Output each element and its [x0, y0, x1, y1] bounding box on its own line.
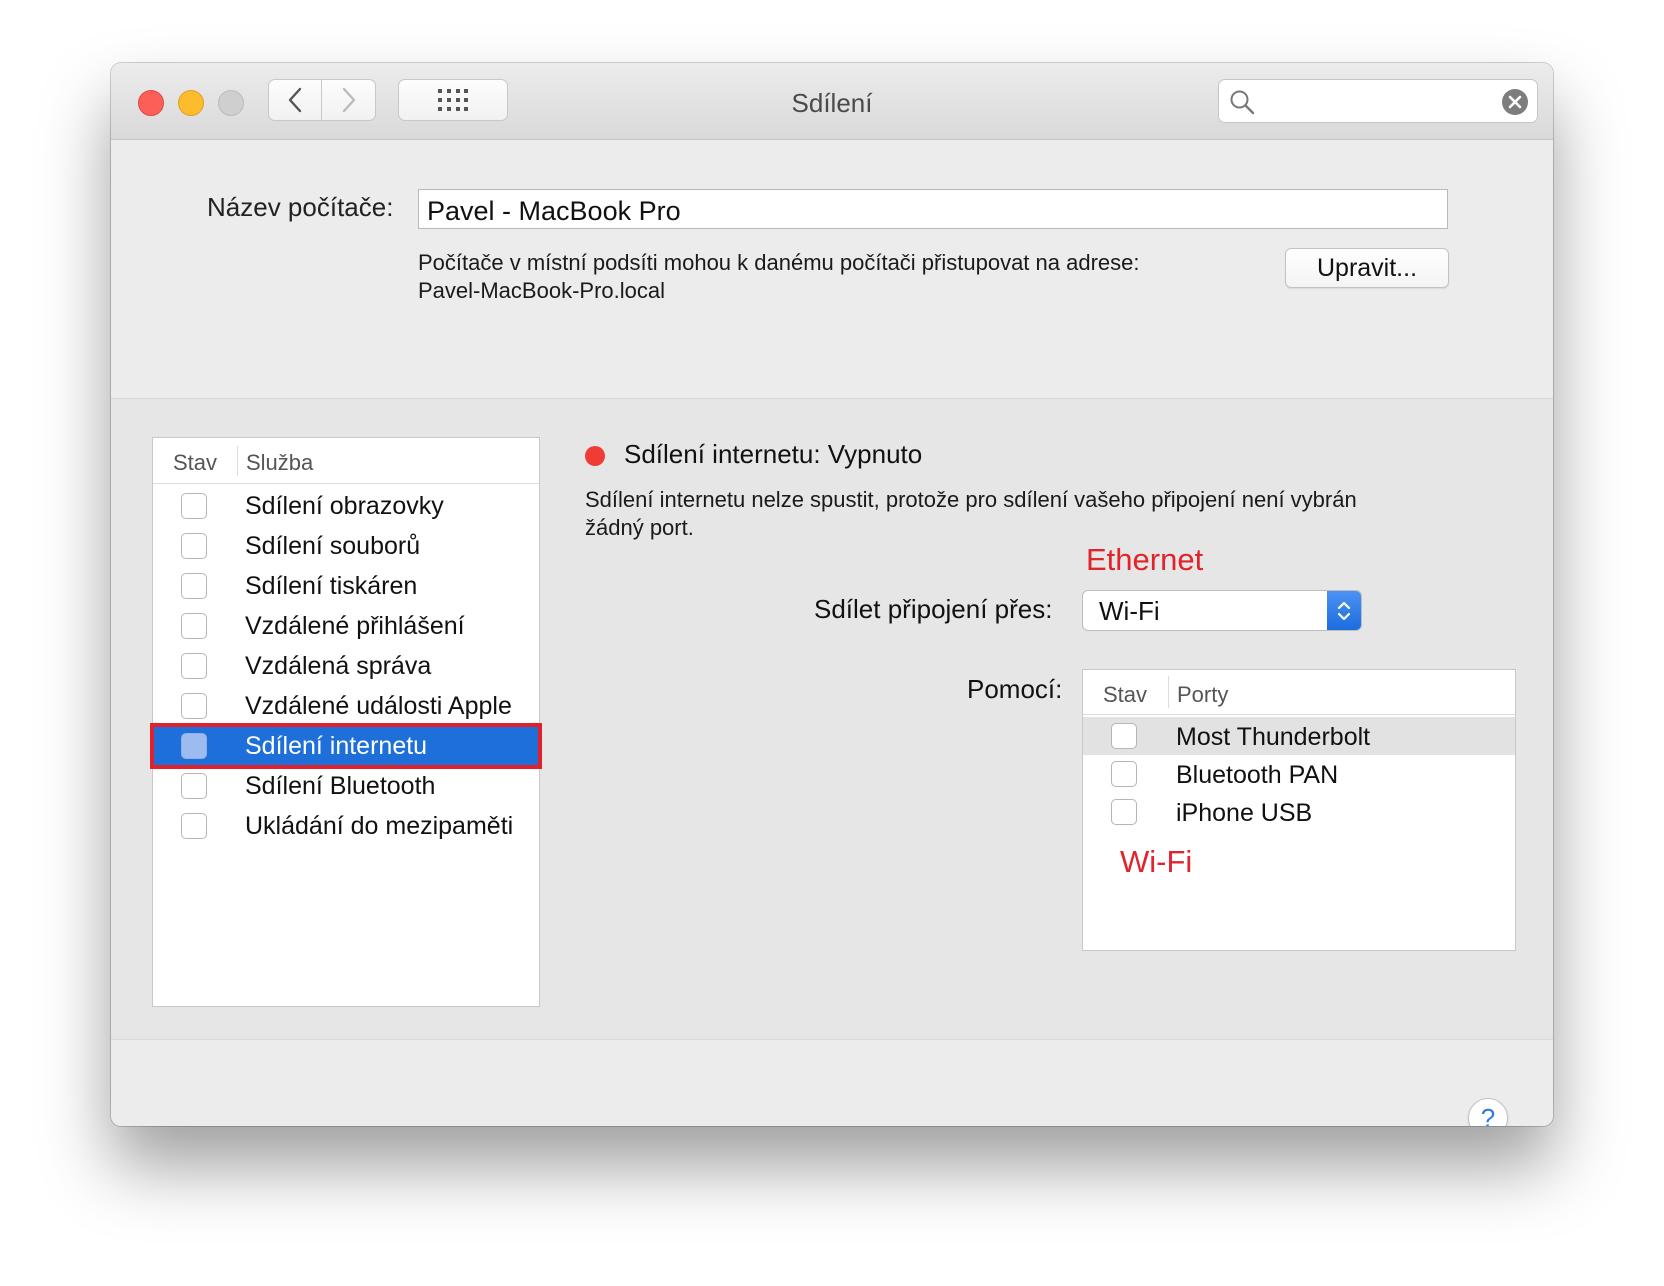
- port-label: Bluetooth PAN: [1176, 761, 1339, 789]
- search-input[interactable]: [1263, 86, 1487, 118]
- column-header-ports[interactable]: Porty: [1177, 682, 1228, 708]
- ports-list-header: Stav Porty: [1083, 670, 1515, 715]
- search-icon: [1230, 90, 1255, 115]
- service-row-remote-management[interactable]: Vzdálená správa: [153, 646, 539, 686]
- service-checkbox[interactable]: [181, 733, 207, 759]
- service-row-remote-login[interactable]: Vzdálené přihlášení: [153, 606, 539, 646]
- status-description: Sdílení internetu nelze spustit, protože…: [585, 487, 1357, 512]
- port-label: iPhone USB: [1176, 799, 1313, 827]
- computer-name-section: Název počítače: Pavel - MacBook Pro Počí…: [111, 140, 1553, 399]
- port-checkbox[interactable]: [1111, 723, 1137, 749]
- service-label: Sdílení souborů: [245, 532, 421, 560]
- status-title: Sdílení internetu: Vypnuto: [624, 439, 923, 469]
- port-label: Most Thunderbolt: [1176, 723, 1371, 751]
- preferences-window: Sdílení Název počítače: Pavel - MacBook …: [111, 63, 1553, 1126]
- column-header-service[interactable]: Služba: [246, 450, 313, 476]
- share-via-value: Wi-Fi: [1099, 596, 1160, 626]
- share-via-label: Sdílet připojení přes:: [814, 594, 1053, 624]
- computer-name-label: Název počítače:: [207, 192, 394, 222]
- service-checkbox[interactable]: [181, 693, 207, 719]
- column-separator: [1168, 676, 1169, 708]
- service-row-screen-sharing[interactable]: Sdílení obrazovky: [153, 486, 539, 526]
- titlebar: Sdílení: [111, 63, 1553, 140]
- service-label: Sdílení Bluetooth: [245, 772, 436, 800]
- service-label: Sdílení internetu: [245, 732, 428, 760]
- service-checkbox[interactable]: [181, 573, 207, 599]
- service-label: Sdílení obrazovky: [245, 492, 444, 520]
- service-label: Sdílení tiskáren: [245, 572, 418, 600]
- service-checkbox[interactable]: [181, 533, 207, 559]
- edit-button[interactable]: Upravit...: [1285, 248, 1449, 288]
- computer-name-field[interactable]: Pavel - MacBook Pro: [418, 189, 1448, 229]
- port-checkbox[interactable]: [1111, 761, 1137, 787]
- service-checkbox[interactable]: [181, 613, 207, 639]
- service-row-printer-sharing[interactable]: Sdílení tiskáren: [153, 566, 539, 606]
- bottom-bar: ?: [111, 1039, 1553, 1126]
- clear-search-icon[interactable]: [1501, 88, 1529, 116]
- annotation-wifi: Wi-Fi: [1120, 844, 1193, 879]
- service-checkbox[interactable]: [181, 813, 207, 839]
- address-description: Počítače v místní podsíti mohou k danému…: [418, 250, 1140, 275]
- service-label: Vzdálené události Apple: [245, 692, 512, 720]
- port-row-bluetooth-pan[interactable]: Bluetooth PAN: [1083, 755, 1515, 793]
- service-label: Vzdálené přihlášení: [245, 612, 465, 640]
- port-checkbox[interactable]: [1111, 799, 1137, 825]
- port-row-iphone-usb[interactable]: iPhone USB: [1083, 793, 1515, 831]
- service-row-file-sharing[interactable]: Sdílení souborů: [153, 526, 539, 566]
- service-checkbox[interactable]: [181, 773, 207, 799]
- search-field[interactable]: [1218, 79, 1538, 123]
- help-button[interactable]: ?: [1468, 1098, 1508, 1126]
- sharing-main-section: Stav Služba Sdílení obrazovky Sdílení so…: [111, 399, 1553, 1039]
- service-checkbox[interactable]: [181, 653, 207, 679]
- select-arrows-icon: [1327, 591, 1361, 630]
- column-header-status[interactable]: Stav: [1103, 682, 1147, 708]
- service-label: Ukládání do mezipaměti: [245, 812, 514, 840]
- service-checkbox[interactable]: [181, 493, 207, 519]
- local-address: Pavel-MacBook-Pro.local: [418, 278, 665, 303]
- service-row-content-caching[interactable]: Ukládání do mezipaměti: [153, 806, 539, 846]
- annotation-ethernet: Ethernet: [1086, 542, 1204, 577]
- service-row-internet-sharing[interactable]: Sdílení internetu: [150, 723, 542, 769]
- port-row-thunderbolt-bridge[interactable]: Most Thunderbolt: [1083, 717, 1515, 755]
- column-separator: [237, 446, 238, 476]
- status-description-line2: žádný port.: [585, 515, 694, 540]
- share-via-select[interactable]: Wi-Fi: [1082, 590, 1362, 631]
- using-label: Pomocí:: [967, 674, 1063, 704]
- column-header-status[interactable]: Stav: [173, 450, 217, 476]
- service-row-remote-apple-events[interactable]: Vzdálené události Apple: [153, 686, 539, 726]
- ports-list[interactable]: Stav Porty Most Thunderbolt Bluetooth PA…: [1082, 669, 1516, 951]
- service-label: Vzdálená správa: [245, 652, 432, 680]
- services-list[interactable]: Stav Služba Sdílení obrazovky Sdílení so…: [150, 437, 542, 1007]
- services-list-header: Stav Služba: [153, 438, 539, 484]
- status-indicator: [585, 446, 605, 466]
- service-row-bluetooth-sharing[interactable]: Sdílení Bluetooth: [153, 766, 539, 806]
